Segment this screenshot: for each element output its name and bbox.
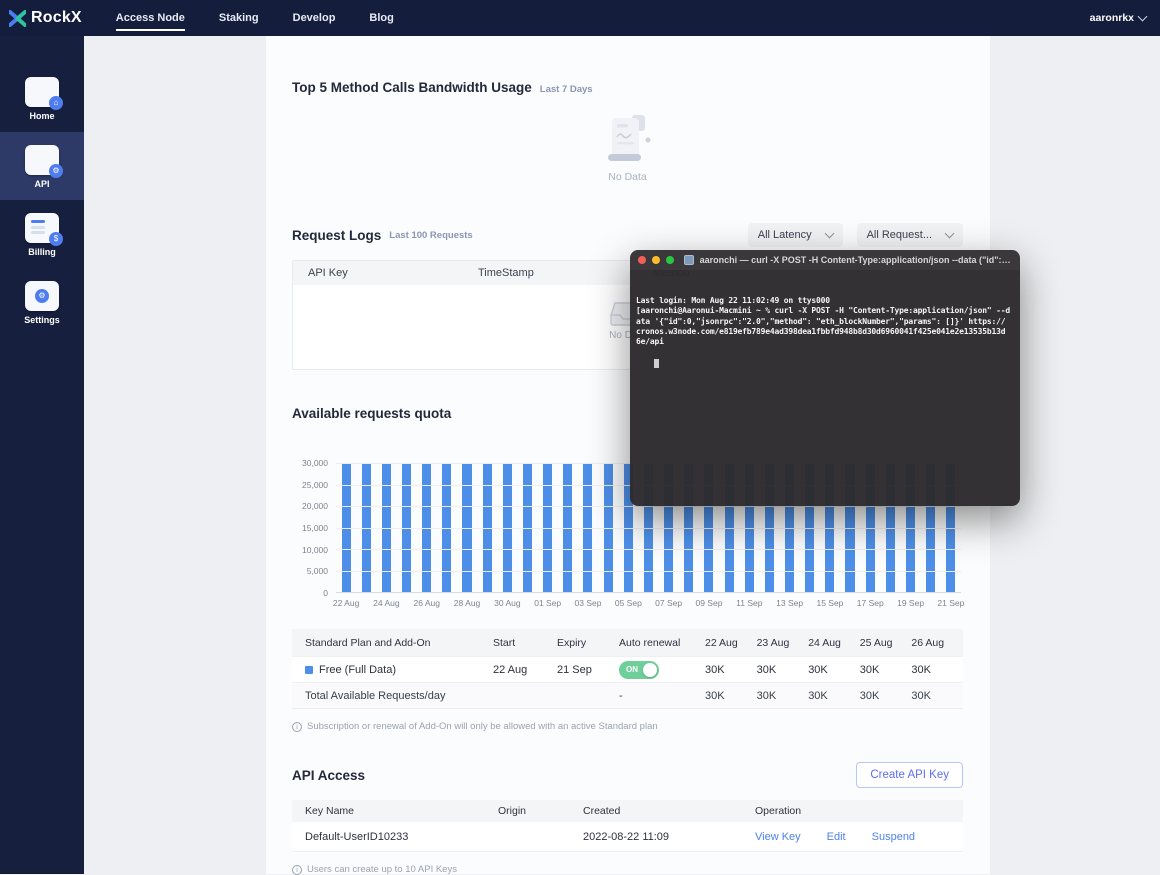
request-filter-dropdown[interactable]: All Request... [857,223,963,247]
x-tick-label: 28 Aug [454,598,480,608]
api-key-created: 2022-08-22 11:09 [583,831,755,843]
terminal-title: aaronchi — curl -X POST -H Content-Type:… [700,255,1012,265]
chevron-down-icon [945,229,955,239]
request-logs-subtitle: Last 100 Requests [389,230,472,241]
create-api-key-button[interactable]: Create API Key [856,762,963,788]
sidebar-item-settings[interactable]: ⚙ Settings [0,268,84,336]
maximize-icon[interactable] [666,256,674,264]
bandwidth-empty-label: No Data [608,171,647,183]
terminal-cursor [654,359,659,368]
terminal-line: Last login: Mon Aug 22 11:02:49 on ttys0… [636,296,1014,306]
close-icon[interactable] [638,256,646,264]
api-keys-table: Key Name Origin Created Operation Defaul… [292,800,963,852]
home-icon: ⌂ [25,77,59,107]
x-tick-label: 21 Sep [937,598,964,608]
sidebar: ⌂ Home ⚙ API $ Billing ⚙ Settings [0,36,84,874]
plan-table-header: Standard Plan and Add-On Start Expiry Au… [292,629,963,656]
billing-icon: $ [25,213,59,243]
y-tick-label: 15,000 [302,523,328,533]
quota-chart-xlabels: 22 Aug 24 Aug 26 Aug 28 Aug 30 Aug 01 Sep 03 S… [336,593,961,609]
bandwidth-title: Top 5 Method Calls Bandwidth Usage [292,80,532,95]
legend-square [305,666,313,674]
brand-name: RockX [31,9,82,27]
no-data-document-icon [604,113,652,165]
api-key-row: Default-UserID10233 2022-08-22 11:09 Vie… [292,822,963,852]
suspend-link[interactable]: Suspend [872,831,915,843]
x-tick-label: 26 Aug [413,598,439,608]
x-tick-label: 15 Sep [816,598,843,608]
terminal-line: 6e/api [636,337,1014,347]
chevron-down-icon [1138,12,1148,22]
gridline [336,571,961,572]
sidebar-item-home[interactable]: ⌂ Home [0,64,84,132]
y-tick-label: 5,000 [307,566,328,576]
api-keys-note: i Users can create up to 10 API Keys [292,864,963,875]
y-tick-label: 25,000 [302,480,328,490]
edit-link[interactable]: Edit [827,831,846,843]
rockx-logo-icon [9,10,26,27]
plan-row-free: Free (Full Data) 22 Aug 21 Sep ON 30K 30… [292,656,963,682]
col-timestamp: TimeStamp [478,267,653,279]
x-tick-label: 30 Aug [494,598,520,608]
user-menu[interactable]: aaronrkx [1090,12,1146,24]
info-icon: i [292,865,302,875]
x-tick-label: 07 Sep [655,598,682,608]
nav-staking[interactable]: Staking [219,6,259,31]
terminal-line: [aaronchi@Aaronui-Macmini ~ % curl -X PO… [636,306,1014,316]
info-icon: i [292,722,302,732]
topbar: RockX Access Node Staking Develop Blog a… [0,0,1160,36]
y-tick-label: 10,000 [302,545,328,555]
latency-filter-dropdown[interactable]: All Latency [748,223,843,247]
gridline [336,506,961,507]
y-tick-label: 30,000 [302,458,328,468]
col-api-key: API Key [308,267,478,279]
plan-row-total: Total Available Requests/day - 30K 30K 3… [292,682,963,708]
x-tick-label: 13 Sep [776,598,803,608]
sidebar-item-api[interactable]: ⚙ API [0,132,84,200]
terminal-line: ata '{"id":0,"jsonrpc":"2.0","method": "… [636,317,1014,327]
terminal-line: cronos.w3node.com/e819efb789e4ad398dea1f… [636,327,1014,337]
terminal-body[interactable]: Last login: Mon Aug 22 11:02:49 on ttys0… [630,270,1020,506]
x-tick-label: 17 Sep [857,598,884,608]
api-table-header: Key Name Origin Created Operation [292,800,963,822]
plan-table: Standard Plan and Add-On Start Expiry Au… [292,629,963,709]
x-tick-label: 19 Sep [897,598,924,608]
x-tick-label: 03 Sep [575,598,602,608]
top-navigation: Access Node Staking Develop Blog [116,6,394,31]
request-logs-title: Request Logs [292,228,381,243]
x-tick-label: 11 Sep [736,598,762,608]
bandwidth-subtitle: Last 7 Days [540,84,593,95]
quota-chart-ylabels: 05,00010,00015,00020,00025,00030,000 [292,463,336,593]
api-icon: ⚙ [25,145,59,175]
nav-blog[interactable]: Blog [369,6,393,31]
x-tick-label: 05 Sep [615,598,642,608]
settings-icon: ⚙ [25,281,59,311]
brand[interactable]: RockX [9,9,82,27]
x-tick-label: 01 Sep [534,598,561,608]
bandwidth-empty-state: No Data [292,113,963,183]
minimize-icon[interactable] [652,256,660,264]
terminal-titlebar[interactable]: aaronchi — curl -X POST -H Content-Type:… [630,250,1020,270]
api-access-title: API Access [292,768,365,783]
view-key-link[interactable]: View Key [755,831,801,843]
gridline [336,549,961,550]
terminal-window[interactable]: aaronchi — curl -X POST -H Content-Type:… [630,250,1020,506]
x-tick-label: 24 Aug [373,598,399,608]
sidebar-item-billing[interactable]: $ Billing [0,200,84,268]
y-tick-label: 20,000 [302,501,328,511]
x-tick-label: 22 Aug [333,598,359,608]
gridline [336,528,961,529]
nav-develop[interactable]: Develop [293,6,336,31]
y-tick-label: 0 [323,588,328,598]
terminal-output: Last login: Mon Aug 22 11:02:49 on ttys0… [636,296,1014,348]
api-key-name: Default-UserID10233 [305,831,498,843]
username: aaronrkx [1090,12,1134,24]
x-tick-label: 09 Sep [695,598,722,608]
toggle-knob [643,663,657,677]
nav-access-node[interactable]: Access Node [116,6,185,31]
plan-note: i Subscription or renewal of Add-On will… [292,721,963,732]
chevron-down-icon [824,229,834,239]
terminal-icon [684,255,694,265]
auto-renewal-toggle[interactable]: ON [619,661,659,679]
